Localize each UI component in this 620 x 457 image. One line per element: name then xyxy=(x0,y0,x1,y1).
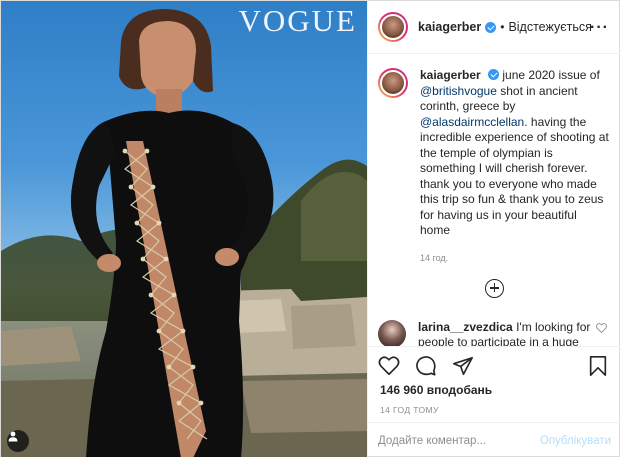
caption-text: kaiagerber june 2020 issue of @britishvo… xyxy=(420,68,610,239)
commenter-avatar[interactable] xyxy=(378,319,406,346)
load-more-icon[interactable] xyxy=(485,278,504,298)
comment-input[interactable] xyxy=(378,434,540,447)
likes-count[interactable]: 146 960 вподобань xyxy=(380,383,492,397)
action-icons xyxy=(378,355,474,377)
avatar[interactable] xyxy=(378,12,408,42)
post-actions: 146 960 вподобань 14 ГОД ТОМУ Опублікува… xyxy=(368,346,620,457)
caption: kaiagerber june 2020 issue of @britishvo… xyxy=(368,54,620,239)
caption-avatar[interactable] xyxy=(378,68,408,98)
more-options-icon[interactable]: ··· xyxy=(590,19,609,37)
caption-part: . having the incredible experience of sh… xyxy=(420,114,609,238)
mention-link[interactable]: @britishvogue xyxy=(420,84,497,98)
bookmark-icon[interactable] xyxy=(587,355,609,377)
comments-section[interactable]: kaiagerber june 2020 issue of @britishvo… xyxy=(368,54,620,346)
comment-text: larina__zvezdica I'm looking for people … xyxy=(418,320,598,347)
comment-item: larina__zvezdica I'm looking for people … xyxy=(368,319,620,347)
load-more-comments xyxy=(368,278,620,298)
share-icon[interactable] xyxy=(452,355,474,377)
posted-time[interactable]: 14 ГОД ТОМУ xyxy=(380,405,439,415)
post-header: kaiagerber • Відстежується ··· xyxy=(368,1,620,54)
verified-badge-icon xyxy=(485,21,497,33)
heart-icon[interactable] xyxy=(378,355,400,377)
comment-icon[interactable] xyxy=(415,355,437,377)
post-sidebar: kaiagerber • Відстежується ··· kaiagerbe… xyxy=(367,1,620,457)
user-tag-icon[interactable] xyxy=(7,430,29,452)
like-comment-icon[interactable] xyxy=(596,322,607,333)
mention-link[interactable]: @alasdairmcclellan xyxy=(420,115,524,129)
header-username[interactable]: kaiagerber xyxy=(418,20,481,34)
post-comment-button[interactable]: Опублікувати xyxy=(540,435,611,447)
magazine-logo: VOGUE xyxy=(238,3,357,38)
verified-badge-icon xyxy=(488,69,500,80)
add-comment-bar: Опублікувати xyxy=(368,422,620,457)
follow-status-button[interactable]: Відстежується xyxy=(508,20,591,34)
post-photo[interactable]: VOGUE xyxy=(1,1,367,457)
caption-username[interactable]: kaiagerber xyxy=(420,68,481,82)
separator-dot: • xyxy=(500,20,505,34)
commenter-username[interactable]: larina__zvezdica xyxy=(418,320,513,334)
instagram-post: VOGUE kaiagerber • Відстежується ··· kai… xyxy=(0,0,620,457)
caption-part: june 2020 issue of xyxy=(502,68,600,82)
caption-age: 14 год. xyxy=(420,252,449,263)
photo-illustration xyxy=(1,9,367,457)
